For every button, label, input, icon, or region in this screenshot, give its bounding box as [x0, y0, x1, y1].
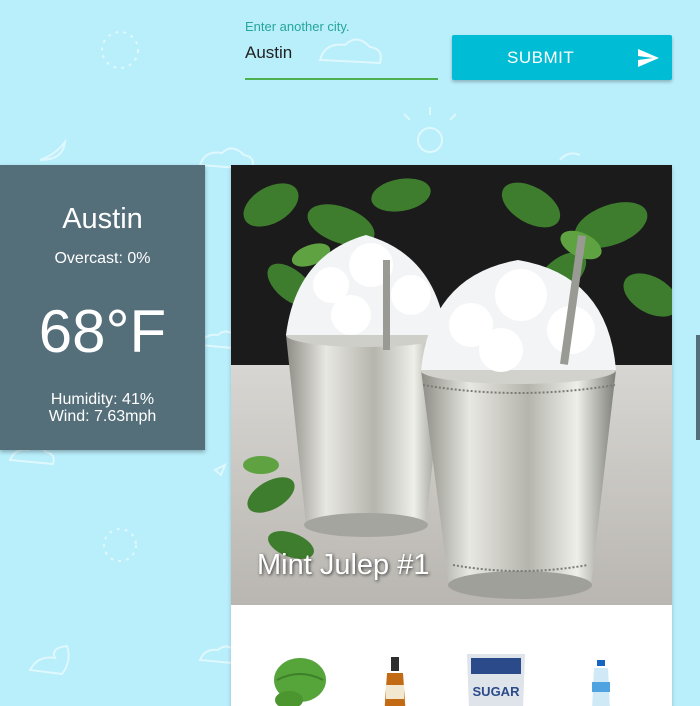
drink-card[interactable]: Mint Julep #1 SUGAR [231, 165, 672, 706]
weather-wind: Wind: 7.63mph [48, 408, 157, 425]
weather-overcast: Overcast: 0% [54, 250, 151, 267]
drink-title: Mint Julep #1 [257, 549, 430, 581]
mint-leaves-icon [274, 658, 326, 706]
submit-button-label: SUBMIT [507, 48, 575, 67]
submit-button[interactable]: SUBMIT [452, 35, 672, 80]
powdered-sugar-bag-icon: SUGAR [467, 654, 525, 706]
weather-humidity: Humidity: 41% [50, 391, 155, 408]
city-input-label: Enter another city. [245, 19, 350, 34]
water-bottle-icon [592, 660, 610, 706]
weather-card: Austin Overcast: 0% 68°F Humidity: 41% W… [0, 165, 205, 450]
weather-temperature: 68°F [38, 298, 167, 365]
city-input[interactable] [245, 40, 438, 80]
offscreen-card-edge [696, 335, 700, 440]
weather-city: Austin [62, 203, 143, 235]
bourbon-bottle-icon [384, 657, 406, 706]
drink-photo [231, 165, 672, 605]
send-icon [638, 49, 659, 67]
svg-text:SUGAR: SUGAR [473, 684, 521, 699]
